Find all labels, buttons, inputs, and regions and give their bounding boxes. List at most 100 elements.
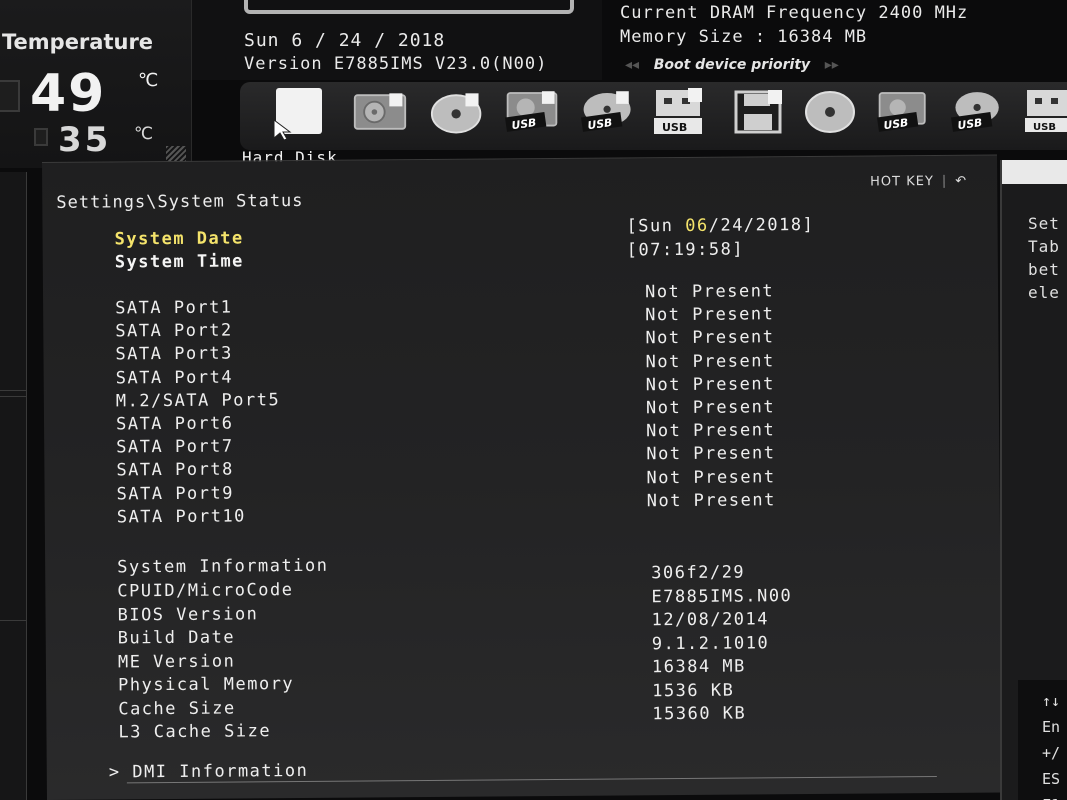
dmi-information-item[interactable]: > DMI Information [109,761,309,783]
chevron-right-icon: > [108,762,121,783]
sata-port-status: Not Present [646,420,776,442]
system-info-label: Cache Size [118,697,236,719]
system-date-label[interactable]: System Date [115,228,244,249]
system-info-value: 15360 KB [652,703,747,725]
svg-text:USB: USB [957,116,983,132]
sata-port-label: SATA Port1 [115,297,233,319]
resize-grip-icon [166,146,186,162]
boot-priority-title: ◂◂ Boot device priority ▸▸ [625,57,839,73]
boot-priority-label: Boot device priority [653,57,811,73]
sata-port-status: Not Present [646,443,776,465]
boot-device-optical[interactable] [430,90,486,134]
sata-port-label: SATA Port7 [116,436,234,458]
boot-device-usb-optical[interactable]: USB [580,90,636,134]
usb-key-icon: USB [654,88,702,134]
system-info-value: E7885IMS.N00 [651,585,793,607]
boot-device-usb-hdd[interactable]: USB [504,90,560,134]
cpu-temperature: 49 [30,64,107,124]
left-menu-edge[interactable] [0,172,27,800]
hotkey-separator: | [941,173,948,189]
boot-prev-arrows[interactable]: ◂◂ [625,57,639,73]
system-date-value[interactable]: [Sun 06/24/2018] [626,215,814,236]
usb-optical-icon: USB [950,92,999,132]
hotkey-area: HOT KEY | ↶ [870,174,967,190]
temperature-title: Temperature [2,30,154,54]
usb-hdd-icon: USB [504,91,558,132]
sata-port-status: Not Present [645,397,776,419]
boot-device-usb-key[interactable]: USB [650,88,706,134]
dram-frequency: Current DRAM Frequency 2400 MHz [620,3,969,23]
boot-device-usb-optical-2[interactable]: USB [950,90,1006,134]
hard-disk-icon [273,88,322,140]
system-date-prefix: [Sun [626,215,686,237]
usb-optical-icon: USB [580,91,631,132]
system-info-value: 306f2/29 [651,562,746,584]
sata-port-label: SATA Port2 [115,320,233,342]
bios-version-header: Version E7885IMS V23.0(N00) [244,54,548,74]
help-description: Set Tab bet ele [1028,214,1060,302]
left-menu-divider [0,390,27,391]
sata-port-status: Not Present [646,466,776,488]
sata-port-label: SATA Port4 [115,367,234,389]
header-date: Sun 6 / 24 / 2018 [244,30,446,51]
cpu-temperature-unit: ℃ [138,70,159,91]
usb-key-icon: USB [1025,90,1067,133]
system-information-heading: System Information [117,555,329,578]
system-time-value[interactable]: [07:19:58] [627,239,745,260]
system-info-label: Physical Memory [118,674,295,696]
system-info-value: 1536 KB [652,680,735,701]
sata-port-status: Not Present [645,304,775,326]
temp-digit-ghost [0,80,20,112]
system-time-label[interactable]: System Time [115,251,244,272]
dmi-information-label: DMI Information [132,760,309,783]
sata-port-label: SATA Port8 [116,459,234,481]
mb-temp-digit-ghost [34,128,48,146]
boot-device-hard-disk[interactable] [270,88,326,140]
memory-size: Memory Size : 16384 MB [620,27,868,47]
system-info-label: Build Date [117,627,236,649]
usb-hdd-icon: USB [876,92,926,132]
system-status-panel: Settings\System Status HOT KEY | ↶ System … [42,154,1002,800]
clock-display [244,0,574,14]
optical-disc-icon [430,93,482,134]
left-menu-divider [0,396,27,397]
boot-device-usb-key-2[interactable]: USB [1020,90,1067,134]
boot-device-floppy[interactable] [730,90,786,134]
boot-next-arrows[interactable]: ▸▸ [825,57,839,73]
system-info-value: 16384 MB [651,656,746,678]
sata-port-status: Not Present [645,374,775,396]
system-info-label: ME Version [117,650,236,672]
boot-device-hdd[interactable] [352,90,408,134]
svg-text:USB: USB [587,116,613,132]
hdd-icon [353,93,407,130]
back-icon[interactable]: ↶ [955,174,967,189]
boot-device-optical-2[interactable] [802,90,858,134]
system-date-suffix: /24/2018] [708,214,815,236]
sata-port-label: SATA Port10 [116,506,246,528]
sata-port-status: Not Present [646,490,776,512]
hotkey-button[interactable]: HOT KEY [870,174,934,190]
system-info-label: BIOS Version [117,603,259,625]
motherboard-temperature: 35 [58,120,112,160]
svg-text:USB: USB [511,116,537,132]
system-info-label: L3 Cache Size [118,721,272,743]
temperature-panel: Temperature 49 ℃ 35 ℃ [0,0,192,168]
sata-port-status: Not Present [645,327,775,349]
svg-text:USB: USB [883,116,909,132]
help-panel-header [1002,160,1067,184]
sata-port-label: SATA Port3 [115,343,233,365]
svg-text:USB: USB [662,121,687,134]
motherboard-temperature-unit: ℃ [134,124,154,144]
system-date-month[interactable]: 06 [685,216,709,236]
svg-text:USB: USB [1033,122,1056,133]
system-info-value: 9.1.2.1010 [651,632,770,654]
sata-port-label: SATA Port6 [115,413,234,435]
sata-port-status: Not Present [644,281,775,303]
boot-device-usb-hdd-2[interactable]: USB [876,90,932,134]
help-key-legend: ↑↓ En +/ ES F1 [1042,692,1061,800]
optical-disc-icon [805,91,855,133]
system-info-label: CPUID/MicroCode [117,580,294,602]
sata-port-label: M.2/SATA Port5 [115,389,281,412]
sata-port-label: SATA Port9 [116,483,235,505]
floppy-icon [734,90,782,134]
